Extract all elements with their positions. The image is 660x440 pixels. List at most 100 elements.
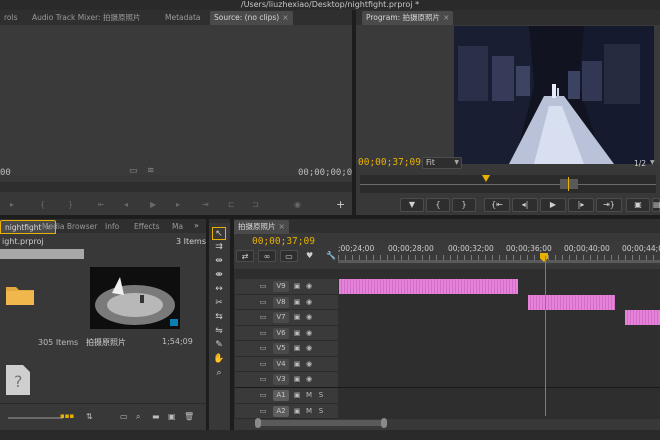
sync-icon[interactable]: ▣: [293, 360, 301, 368]
eye-icon[interactable]: ◉: [305, 282, 313, 290]
search-icon[interactable]: ⌕: [136, 412, 140, 422]
linked-selection-icon[interactable]: ∞: [258, 250, 276, 262]
sync-icon[interactable]: ▣: [293, 298, 301, 306]
play-icon[interactable]: ▶: [540, 198, 566, 212]
lock-icon[interactable]: ▭: [259, 329, 267, 337]
new-bin-icon[interactable]: ▬: [152, 412, 160, 421]
eye-icon[interactable]: ◉: [305, 329, 313, 337]
snap-icon[interactable]: ⇄: [236, 250, 254, 262]
tab-info[interactable]: Info: [101, 220, 123, 234]
mark-in-icon[interactable]: {: [426, 198, 450, 212]
tab-effects[interactable]: Effects: [130, 220, 164, 234]
video-clip[interactable]: [625, 310, 660, 325]
sync-icon[interactable]: ▣: [293, 329, 301, 337]
tab-program[interactable]: Program: 拍摄原照片 ×: [362, 11, 454, 25]
close-icon[interactable]: ×: [279, 222, 285, 231]
slip-tool-icon[interactable]: ⇆: [212, 311, 226, 324]
lock-icon[interactable]: ▭: [259, 391, 267, 399]
mute-button[interactable]: M: [305, 407, 313, 415]
mark-in-icon[interactable]: {: [40, 200, 45, 209]
add-button-icon[interactable]: +: [336, 198, 345, 211]
tab-media-browser[interactable]: Media Browser: [38, 220, 101, 234]
track-label[interactable]: V9: [273, 281, 289, 292]
bin-item[interactable]: 305 Items: [0, 263, 80, 353]
tab-source[interactable]: Source: (no clips) ×: [210, 11, 293, 25]
track-label[interactable]: V5: [273, 343, 289, 354]
video-clip[interactable]: [528, 294, 615, 310]
automate-icon[interactable]: ▭: [120, 412, 128, 421]
eye-icon[interactable]: ◉: [305, 360, 313, 368]
eye-icon[interactable]: ◉: [305, 375, 313, 383]
track-label[interactable]: A2: [273, 405, 289, 417]
insert-icon[interactable]: ⊏: [228, 200, 235, 209]
program-scrub-bar[interactable]: [360, 175, 656, 193]
drag-video-icon[interactable]: ▭: [129, 166, 138, 176]
step-back-icon[interactable]: ▸: [10, 200, 14, 209]
lock-icon[interactable]: ▭: [259, 344, 267, 352]
zoom-tool-icon[interactable]: ⌕: [212, 367, 226, 380]
marker-icon[interactable]: ▼: [400, 198, 424, 212]
rate-stretch-tool-icon[interactable]: ↔: [212, 283, 226, 296]
lift-icon[interactable]: ▣: [626, 198, 650, 212]
hand-tool-icon[interactable]: ✋: [212, 353, 226, 366]
mute-button[interactable]: M: [305, 391, 313, 399]
tab-effect-controls[interactable]: rols: [0, 11, 22, 25]
video-clip[interactable]: [339, 279, 518, 294]
eye-icon[interactable]: ◉: [305, 298, 313, 306]
sync-icon[interactable]: ▣: [293, 313, 301, 321]
sync-icon[interactable]: ▣: [293, 375, 301, 383]
timeline-ruler[interactable]: ;00;24;00 00;00;28;00 00;00;32;00 00;00;…: [338, 241, 660, 265]
marker-icon[interactable]: ♥: [306, 251, 313, 260]
eye-icon[interactable]: ◉: [305, 313, 313, 321]
timeline-scrollbar[interactable]: [258, 420, 384, 426]
slide-tool-icon[interactable]: ⇋: [212, 325, 226, 338]
track-label[interactable]: V6: [273, 327, 289, 339]
track-label[interactable]: V3: [273, 374, 289, 385]
razor-tool-icon[interactable]: ✂: [212, 297, 226, 310]
scrollbar-handle-right[interactable]: [381, 418, 387, 428]
search-input[interactable]: [0, 249, 84, 259]
go-to-out-icon[interactable]: ⇥: [202, 200, 209, 209]
playhead-line[interactable]: [545, 256, 546, 416]
tab-timeline-sequence[interactable]: 拍摄原照片 ×: [234, 220, 289, 234]
overwrite-icon[interactable]: ⊐: [252, 200, 259, 209]
go-to-out-icon[interactable]: ⇥}: [596, 198, 622, 212]
track-label[interactable]: V4: [273, 358, 289, 370]
step-forward-icon[interactable]: |▸: [568, 198, 594, 212]
close-icon[interactable]: ×: [282, 13, 288, 22]
track-label[interactable]: V8: [273, 296, 289, 308]
solo-button[interactable]: S: [317, 391, 325, 399]
timeline-timecode[interactable]: 00;00;37;09: [252, 236, 315, 247]
playhead-marker[interactable]: [482, 175, 490, 182]
tab-markers[interactable]: Ma: [168, 220, 187, 234]
drag-audio-icon[interactable]: ≋: [147, 166, 155, 176]
lock-icon[interactable]: ▭: [259, 375, 267, 383]
track-select-tool-icon[interactable]: ⇉: [212, 241, 226, 254]
solo-button[interactable]: S: [317, 407, 325, 415]
panel-menu-icon[interactable]: »: [194, 221, 199, 230]
step-forward-icon[interactable]: ▸: [176, 200, 180, 209]
go-to-in-icon[interactable]: ⇤: [98, 200, 105, 209]
sync-icon[interactable]: ▣: [293, 282, 301, 290]
add-marker-icon[interactable]: ▭: [280, 250, 298, 262]
work-area-bar[interactable]: [338, 260, 660, 263]
lock-icon[interactable]: ▭: [259, 407, 267, 415]
track-label[interactable]: A1: [273, 390, 289, 401]
rolling-edit-tool-icon[interactable]: ⇼: [212, 269, 226, 282]
go-to-in-icon[interactable]: {⇤: [484, 198, 510, 212]
track-label[interactable]: V7: [273, 312, 289, 323]
lock-icon[interactable]: ▭: [259, 313, 267, 321]
step-back-frame-icon[interactable]: ◂: [124, 200, 128, 209]
sync-icon[interactable]: ▣: [293, 407, 301, 415]
ripple-edit-tool-icon[interactable]: ⇹: [212, 255, 226, 268]
slider-handle-icon[interactable]: ▪▪▪: [60, 412, 74, 420]
step-back-icon[interactable]: ◂|: [512, 198, 538, 212]
sequence-item[interactable]: 拍摄原照片 1;54;09: [86, 263, 196, 353]
fit-dropdown[interactable]: Fit ▼: [422, 157, 462, 169]
mark-out-icon[interactable]: }: [452, 198, 476, 212]
sync-icon[interactable]: ▣: [293, 344, 301, 352]
close-icon[interactable]: ×: [443, 13, 449, 22]
extract-icon[interactable]: ▤: [652, 198, 660, 212]
tab-audio-track-mixer[interactable]: Audio Track Mixer: 拍摄原照片: [28, 11, 144, 25]
lock-icon[interactable]: ▭: [259, 298, 267, 306]
